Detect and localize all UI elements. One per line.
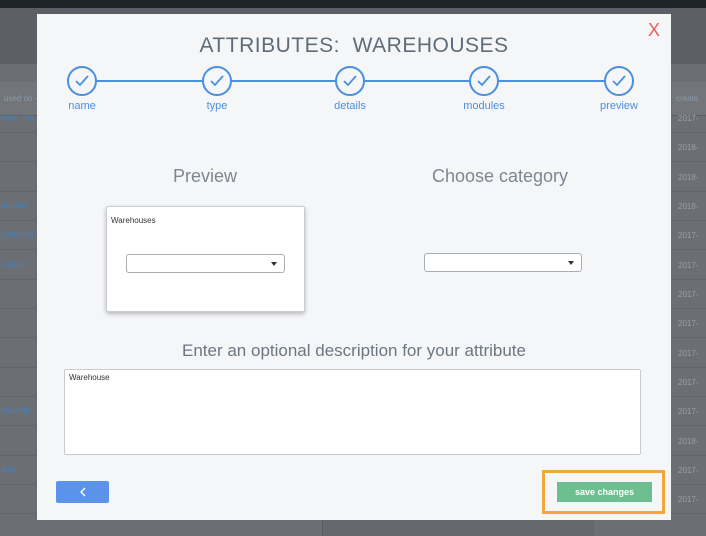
choose-category-label: Choose category (431, 166, 569, 186)
background-row-used-on: labor, ma (0, 104, 38, 133)
description-textarea[interactable]: Warehouse (64, 369, 641, 455)
caret-down-icon (568, 261, 574, 265)
background-row-created: 2018- (672, 427, 706, 456)
background-row-used-on (0, 280, 38, 309)
app-top-bar (0, 0, 706, 8)
chevron-left-icon (79, 487, 85, 497)
step-label: type (206, 100, 228, 112)
background-row-created: 2017- (672, 397, 706, 426)
background-row-created: 2018- (672, 133, 706, 162)
step-modules[interactable]: modules (454, 66, 514, 112)
preview-label: Preview (172, 166, 238, 186)
check-circle-icon (335, 66, 365, 96)
background-row-created: 2017- (672, 251, 706, 280)
description-label: Enter an optional description for your a… (182, 341, 526, 360)
background-row-used-on (0, 368, 38, 397)
background-row-created: 2017- (672, 485, 706, 514)
background-header-text: used on - (4, 94, 38, 103)
background-row-created: 2017- (672, 280, 706, 309)
background-row-used-on (0, 163, 38, 192)
check-circle-icon (604, 66, 634, 96)
preview-card: Warehouses (106, 206, 305, 312)
background-row-created: 2017- (672, 368, 706, 397)
preview-select[interactable] (126, 254, 285, 273)
step-label: name (68, 100, 96, 112)
background-row-created: 2018- (672, 192, 706, 221)
background-row-created: 2017- (672, 456, 706, 485)
background-bottom-cell (322, 518, 594, 536)
step-details[interactable]: details (320, 66, 380, 112)
background-row-used-on (0, 485, 38, 514)
category-select[interactable] (424, 253, 582, 272)
save-changes-button[interactable]: save changes (557, 482, 652, 502)
background-row-used-on (0, 309, 38, 338)
background-row-used-on: vendor (0, 251, 38, 280)
background-row-created: 2017- (672, 221, 706, 250)
background-row-created: 2018- (672, 163, 706, 192)
background-row-used-on (0, 427, 38, 456)
caret-down-icon (271, 262, 277, 266)
step-preview[interactable]: preview (589, 66, 649, 112)
background-row-used-on: product (0, 192, 38, 221)
wizard-stepper: name type details modules preview (37, 14, 671, 124)
check-circle-icon (469, 66, 499, 96)
background-row-created: 2017- (672, 339, 706, 368)
background-row-used-on (0, 339, 38, 368)
background-row-used-on: customer (0, 221, 38, 250)
check-circle-icon (202, 66, 232, 96)
background-row-created: 2017- (672, 309, 706, 338)
check-circle-icon (67, 66, 97, 96)
background-row-used-on (0, 133, 38, 162)
background-row-used-on: ship (0, 456, 38, 485)
step-label: preview (600, 100, 638, 112)
preview-card-title: Warehouses (111, 216, 156, 225)
step-type[interactable]: type (187, 66, 247, 112)
step-label: details (334, 100, 366, 112)
step-name[interactable]: name (52, 66, 112, 112)
back-button[interactable] (56, 481, 109, 503)
background-row-created: 2017- (672, 104, 706, 133)
step-label: modules (463, 100, 505, 112)
background-row-used-on: material (0, 397, 38, 426)
attributes-modal: X ATTRIBUTES: WAREHOUSES name type detai… (37, 14, 671, 520)
background-header-text: create (676, 94, 699, 103)
